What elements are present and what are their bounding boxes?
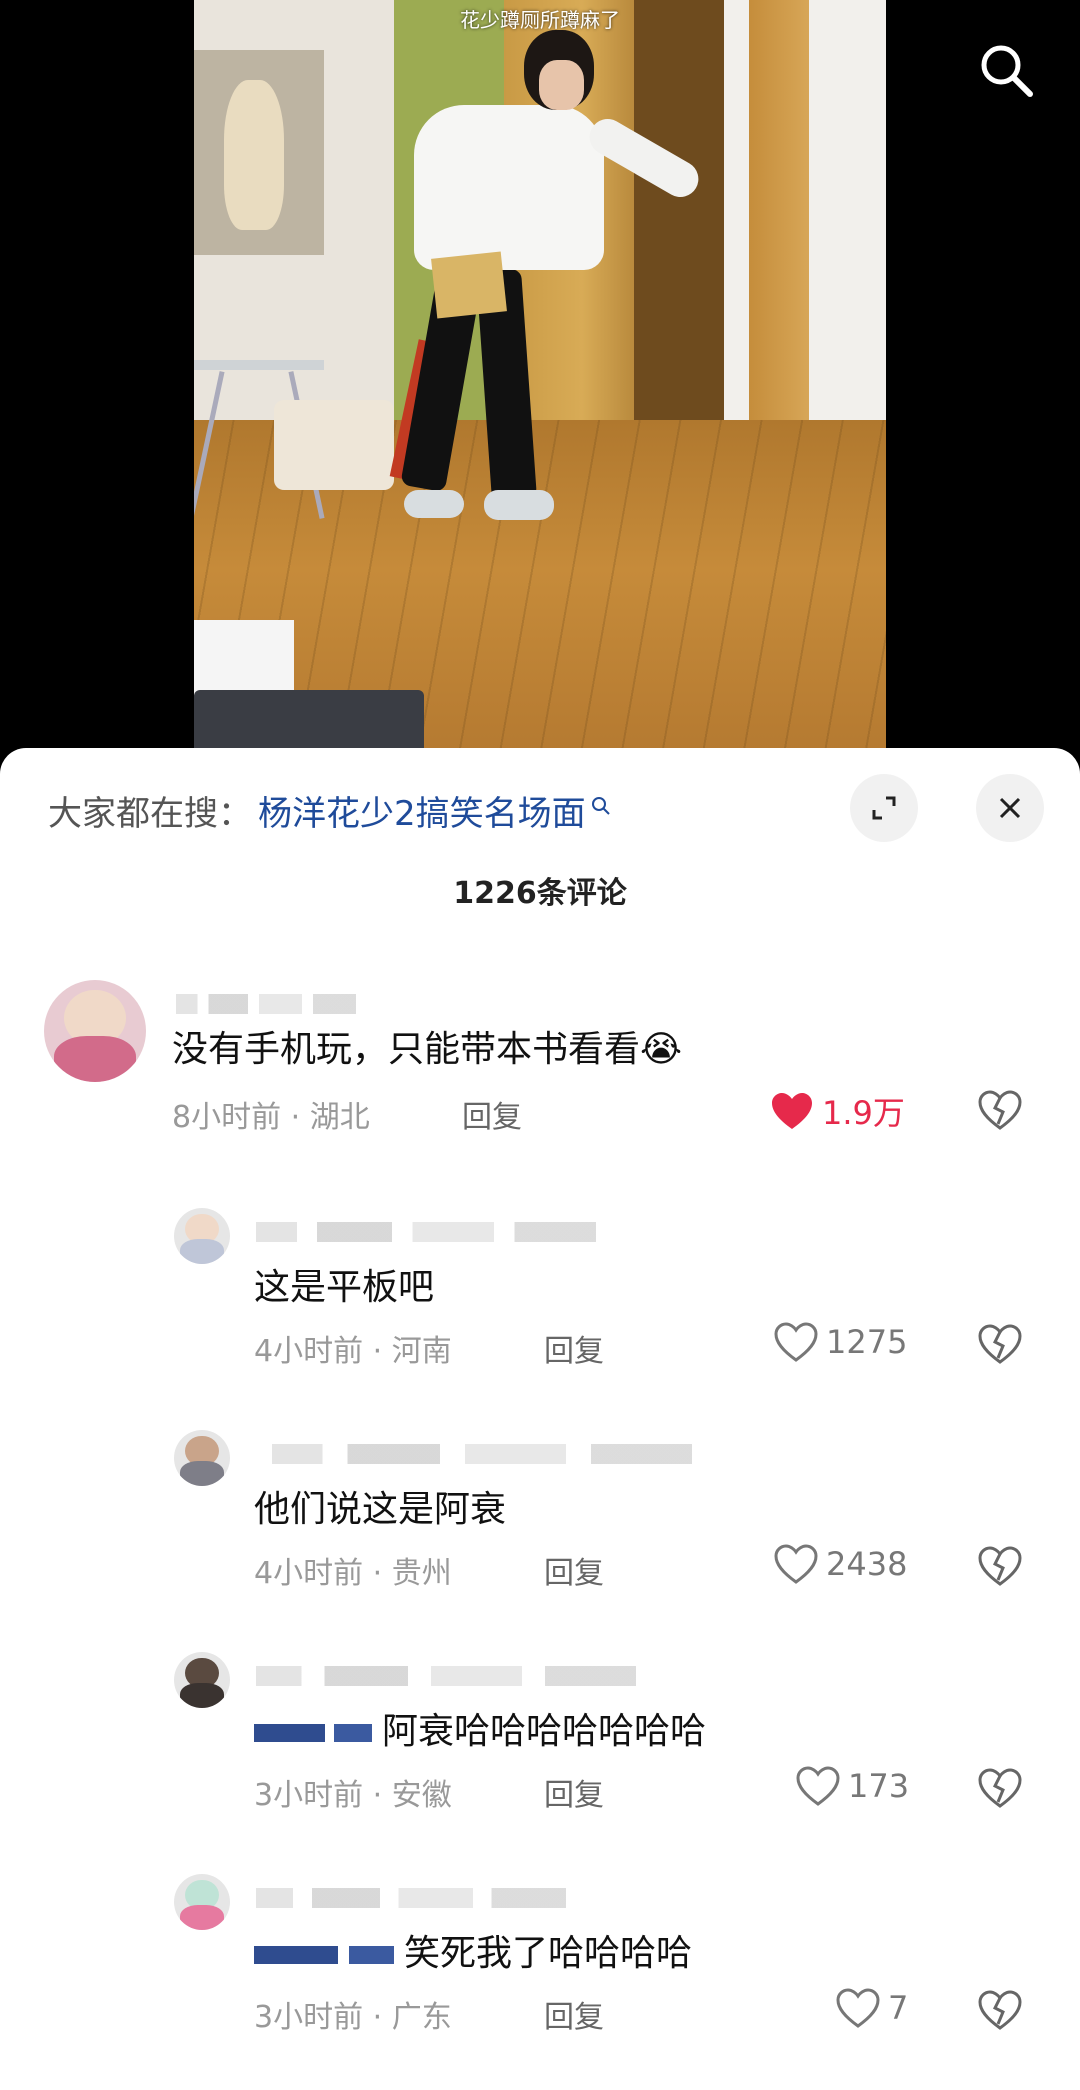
avatar[interactable] [174, 1874, 230, 1930]
reply-item: 阿衰哈哈哈哈哈哈哈 3小时前 · 安徽 回复 173 [0, 1652, 1080, 1822]
bag [194, 620, 294, 700]
username-blurred[interactable] [256, 1222, 596, 1242]
reply-item: 笑死我了哈哈哈哈 3小时前 · 广东 回复 7 [0, 1874, 1080, 2044]
reply-time-location: 4小时前 · 河南 [254, 1334, 452, 1369]
username-blurred[interactable] [176, 994, 356, 1014]
person-face [539, 60, 584, 110]
table [194, 360, 324, 370]
reply-button[interactable]: 回复 [462, 1092, 522, 1136]
avatar[interactable] [174, 1208, 230, 1264]
comment-text: 没有手机玩，只能带本书看看😭 [172, 1020, 682, 1072]
broken-heart-icon [978, 1990, 1022, 2030]
mention-blurred[interactable] [254, 1724, 372, 1742]
reply-text: 笑死我了哈哈哈哈 [254, 1924, 692, 1976]
avatar-body [179, 1904, 225, 1930]
comment-count: 1226条评论 [453, 876, 627, 911]
reply-item: 这是平板吧 4小时前 · 河南 回复 1275 [0, 1208, 1080, 1378]
dislike-button[interactable] [978, 1090, 1022, 1134]
heart-outline-icon [774, 1322, 818, 1362]
like-button[interactable]: 1275 [774, 1322, 907, 1362]
avatar-body [179, 1460, 225, 1486]
reply-button[interactable]: 回复 [544, 1326, 604, 1370]
expand-button[interactable] [850, 774, 918, 842]
person-shoe [404, 490, 464, 518]
heart-outline-icon [796, 1766, 840, 1806]
book [431, 251, 507, 319]
reply-time-location: 3小时前 · 安徽 [254, 1778, 452, 1813]
chair [274, 400, 394, 490]
reply-time-location: 4小时前 · 贵州 [254, 1556, 452, 1591]
reply-button[interactable]: 回复 [544, 1770, 604, 1814]
painting [194, 50, 324, 255]
reply-button[interactable]: 回复 [544, 1992, 604, 2036]
search-icon [981, 45, 1033, 97]
suggestion-prefix: 大家都在搜： [48, 794, 252, 834]
dislike-button[interactable] [978, 1990, 1022, 2034]
avatar-body [54, 1036, 136, 1082]
like-button[interactable]: 173 [796, 1766, 909, 1806]
dislike-button[interactable] [978, 1768, 1022, 1812]
reply-button[interactable]: 回复 [544, 1548, 604, 1592]
like-button[interactable]: 7 [836, 1988, 908, 2028]
avatar[interactable] [44, 980, 146, 1082]
video-frame [194, 0, 886, 752]
suggestion-query-link[interactable]: 杨洋花少2搞笑名场面 [258, 794, 586, 834]
like-count: 7 [888, 1989, 909, 2027]
video-caption: 花少蹲厕所蹲麻了 [460, 8, 620, 32]
avatar[interactable] [174, 1652, 230, 1708]
username-blurred[interactable] [256, 1888, 566, 1908]
mention-blurred[interactable] [254, 1946, 394, 1964]
comment-item: 没有手机玩，只能带本书看看😭 8小时前 · 湖北 回复 1.9万 [0, 980, 1080, 1160]
reply-time-location: 3小时前 · 广东 [254, 2000, 452, 2035]
like-count: 1275 [826, 1323, 908, 1361]
search-button[interactable] [976, 40, 1036, 100]
heart-outline-icon [774, 1544, 818, 1584]
reply-item: 他们说这是阿衰 4小时前 · 贵州 回复 2438 [0, 1430, 1080, 1600]
avatar[interactable] [174, 1430, 230, 1486]
comment-sheet: 大家都在搜： 杨洋花少2搞笑名场面 1226条评论 没有手机玩，只能带本书看看😭 … [0, 748, 1080, 2090]
reply-text: 阿衰哈哈哈哈哈哈哈 [254, 1702, 706, 1754]
username-blurred[interactable] [256, 1666, 636, 1686]
dislike-button[interactable] [978, 1546, 1022, 1590]
username-blurred[interactable] [272, 1444, 692, 1464]
crying-laughing-emoji: 😭 [640, 1029, 683, 1070]
like-count: 2438 [826, 1545, 908, 1583]
close-button[interactable] [976, 774, 1044, 842]
search-small-icon [590, 786, 612, 826]
broken-heart-icon [978, 1546, 1022, 1586]
broken-heart-icon [978, 1768, 1022, 1808]
heart-outline-icon [836, 1988, 880, 2028]
close-icon [999, 797, 1021, 819]
video-player[interactable]: 花少蹲厕所蹲麻了 [0, 0, 1080, 752]
comment-text-content: 没有手机玩，只能带本书看看 [172, 1029, 641, 1070]
reply-text-content: 笑死我了哈哈哈哈 [404, 1933, 693, 1974]
heart-filled-icon [772, 1093, 812, 1129]
reply-text-content: 阿衰哈哈哈哈哈哈哈 [382, 1711, 707, 1752]
person-shoe [484, 490, 554, 520]
broken-heart-icon [978, 1324, 1022, 1364]
avatar-body [179, 1238, 225, 1264]
search-suggestion[interactable]: 大家都在搜： 杨洋花少2搞笑名场面 [48, 786, 612, 835]
doorway [634, 0, 724, 440]
broken-heart-icon [978, 1090, 1022, 1130]
suitcase [194, 690, 424, 752]
person-torso [414, 105, 604, 270]
dislike-button[interactable] [978, 1324, 1022, 1368]
expand-icon [872, 796, 896, 820]
reply-text: 他们说这是阿衰 [254, 1489, 507, 1530]
avatar-body [179, 1682, 225, 1708]
reply-text: 这是平板吧 [254, 1267, 435, 1308]
like-button[interactable]: 2438 [774, 1544, 907, 1584]
like-button[interactable]: 1.9万 [770, 1088, 905, 1134]
comment-time-location: 8小时前 · 湖北 [172, 1100, 370, 1135]
like-count: 1.9万 [822, 1094, 905, 1132]
like-count: 173 [848, 1767, 910, 1805]
painting-bird [224, 80, 284, 230]
